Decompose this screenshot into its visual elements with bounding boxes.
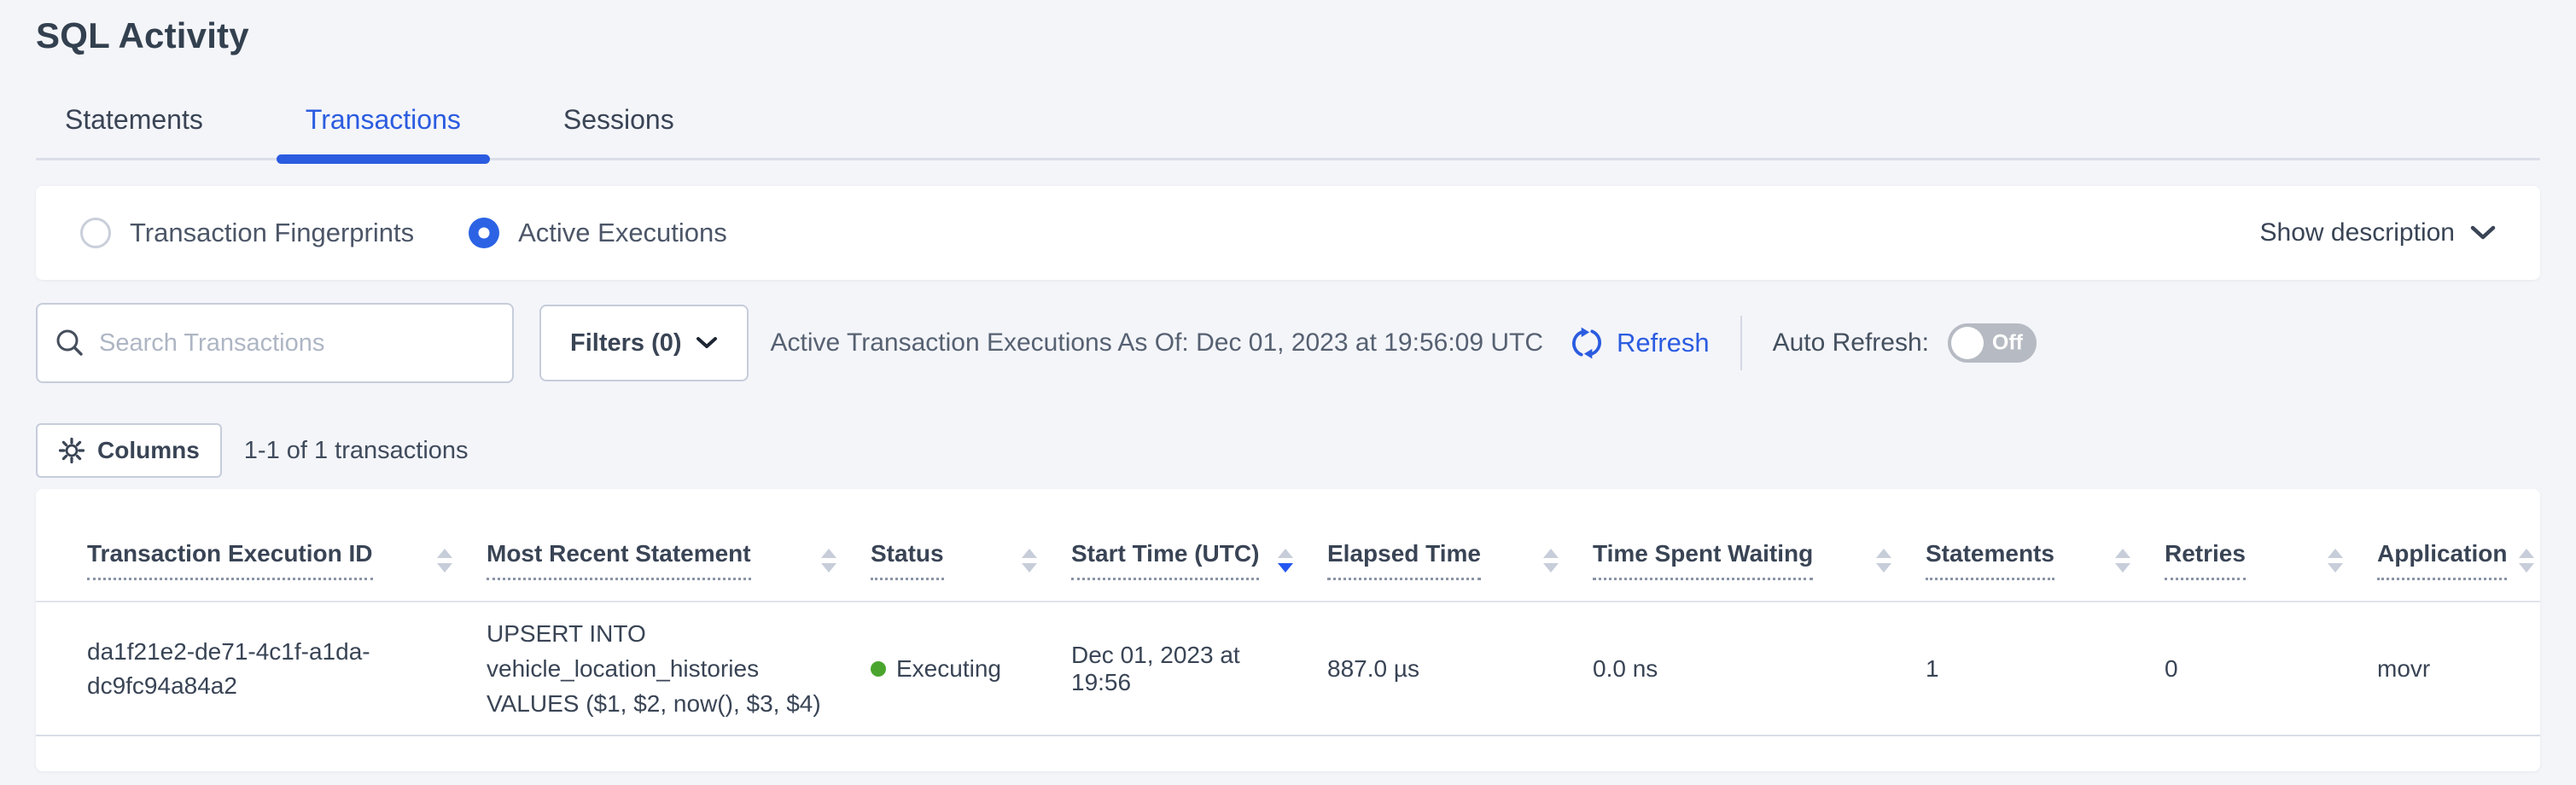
sort-arrows-icon[interactable] — [821, 549, 836, 573]
sql-activity-page: SQL Activity Statements Transactions Ses… — [0, 0, 2576, 771]
sort-arrows-icon[interactable] — [2519, 549, 2534, 573]
gear-icon — [58, 437, 85, 464]
transactions-table: Transaction Execution ID Most Recent Sta… — [36, 489, 2540, 736]
transaction-execution-id[interactable]: da1f21e2-de71-4c1f-a1da-dc9fc94a84a2 — [87, 635, 382, 703]
elapsed-time-cell: 887.0 µs — [1310, 602, 1576, 736]
show-description-toggle[interactable]: Show description — [2260, 218, 2496, 247]
tab-sessions[interactable]: Sessions — [534, 104, 703, 158]
col-header-start-time[interactable]: Start Time (UTC) — [1054, 489, 1310, 602]
search-input[interactable] — [36, 303, 514, 383]
filters-label: Filters (0) — [570, 329, 682, 358]
view-selector-card: Transaction Fingerprints Active Executio… — [36, 186, 2540, 280]
toggle-knob — [1951, 327, 1984, 359]
sort-arrows-icon[interactable] — [2328, 549, 2343, 573]
col-header-status[interactable]: Status — [854, 489, 1054, 602]
status-label: Executing — [896, 655, 1001, 683]
tab-transactions[interactable]: Transactions — [277, 104, 490, 158]
transactions-table-card: Transaction Execution ID Most Recent Sta… — [36, 489, 2540, 771]
radio-active-executions[interactable]: Active Executions — [469, 218, 727, 248]
as-of-text: Active Transaction Executions As Of: Dec… — [771, 329, 1543, 358]
start-time-cell: Dec 01, 2023 at 19:56 — [1054, 602, 1310, 736]
tab-bar: Statements Transactions Sessions — [36, 104, 2540, 160]
radio-label: Active Executions — [518, 218, 727, 248]
columns-label: Columns — [97, 437, 200, 464]
time-spent-waiting-cell: 0.0 ns — [1576, 602, 1909, 736]
radio-label: Transaction Fingerprints — [130, 218, 414, 248]
col-header-transaction-execution-id[interactable]: Transaction Execution ID — [36, 489, 469, 602]
columns-button[interactable]: Columns — [36, 423, 222, 478]
show-description-label: Show description — [2260, 218, 2455, 247]
toolbar-divider — [1740, 316, 1742, 370]
sort-arrows-icon[interactable] — [1876, 549, 1891, 573]
retries-cell: 0 — [2148, 602, 2360, 736]
refresh-label: Refresh — [1617, 328, 1710, 358]
auto-refresh-label: Auto Refresh: — [1773, 329, 1929, 358]
refresh-icon — [1569, 325, 1605, 361]
filters-button[interactable]: Filters (0) — [539, 305, 749, 381]
toggle-state-label: Off — [1992, 331, 2023, 356]
sort-arrows-icon[interactable] — [1543, 549, 1559, 573]
col-header-time-spent-waiting[interactable]: Time Spent Waiting — [1576, 489, 1909, 602]
radio-unselected-icon[interactable] — [80, 218, 111, 248]
toolbar: Filters (0) Active Transaction Execution… — [36, 300, 2540, 386]
radio-transaction-fingerprints[interactable]: Transaction Fingerprints — [80, 218, 414, 248]
table-row[interactable]: da1f21e2-de71-4c1f-a1da-dc9fc94a84a2 UPS… — [36, 602, 2540, 736]
table-controls: Columns 1-1 of 1 transactions — [36, 423, 2540, 478]
status-cell: Executing — [871, 655, 1037, 683]
results-count: 1-1 of 1 transactions — [244, 437, 469, 465]
chevron-down-icon — [696, 335, 718, 351]
refresh-button[interactable]: Refresh — [1569, 325, 1710, 361]
radio-selected-icon[interactable] — [469, 218, 499, 248]
status-dot-icon — [871, 661, 886, 677]
sort-arrows-icon[interactable] — [1022, 549, 1037, 573]
search-icon — [55, 328, 85, 358]
table-header-row: Transaction Execution ID Most Recent Sta… — [36, 489, 2540, 602]
col-header-retries[interactable]: Retries — [2148, 489, 2360, 602]
search-box — [36, 303, 514, 383]
col-header-statements[interactable]: Statements — [1909, 489, 2148, 602]
col-header-elapsed-time[interactable]: Elapsed Time — [1310, 489, 1576, 602]
application-cell: movr — [2360, 602, 2540, 736]
sort-arrows-icon[interactable] — [2115, 549, 2130, 573]
statements-cell: 1 — [1909, 602, 2148, 736]
tab-statements[interactable]: Statements — [36, 104, 232, 158]
auto-refresh-toggle[interactable]: Off — [1948, 323, 2037, 363]
most-recent-statement[interactable]: UPSERT INTO vehicle_location_histories V… — [487, 616, 836, 721]
page-title: SQL Activity — [36, 0, 2540, 56]
chevron-down-icon — [2470, 224, 2496, 241]
sort-arrows-icon[interactable] — [1278, 549, 1293, 573]
col-header-most-recent-statement[interactable]: Most Recent Statement — [469, 489, 854, 602]
col-header-application[interactable]: Application — [2360, 489, 2540, 602]
sort-arrows-icon[interactable] — [437, 549, 452, 573]
